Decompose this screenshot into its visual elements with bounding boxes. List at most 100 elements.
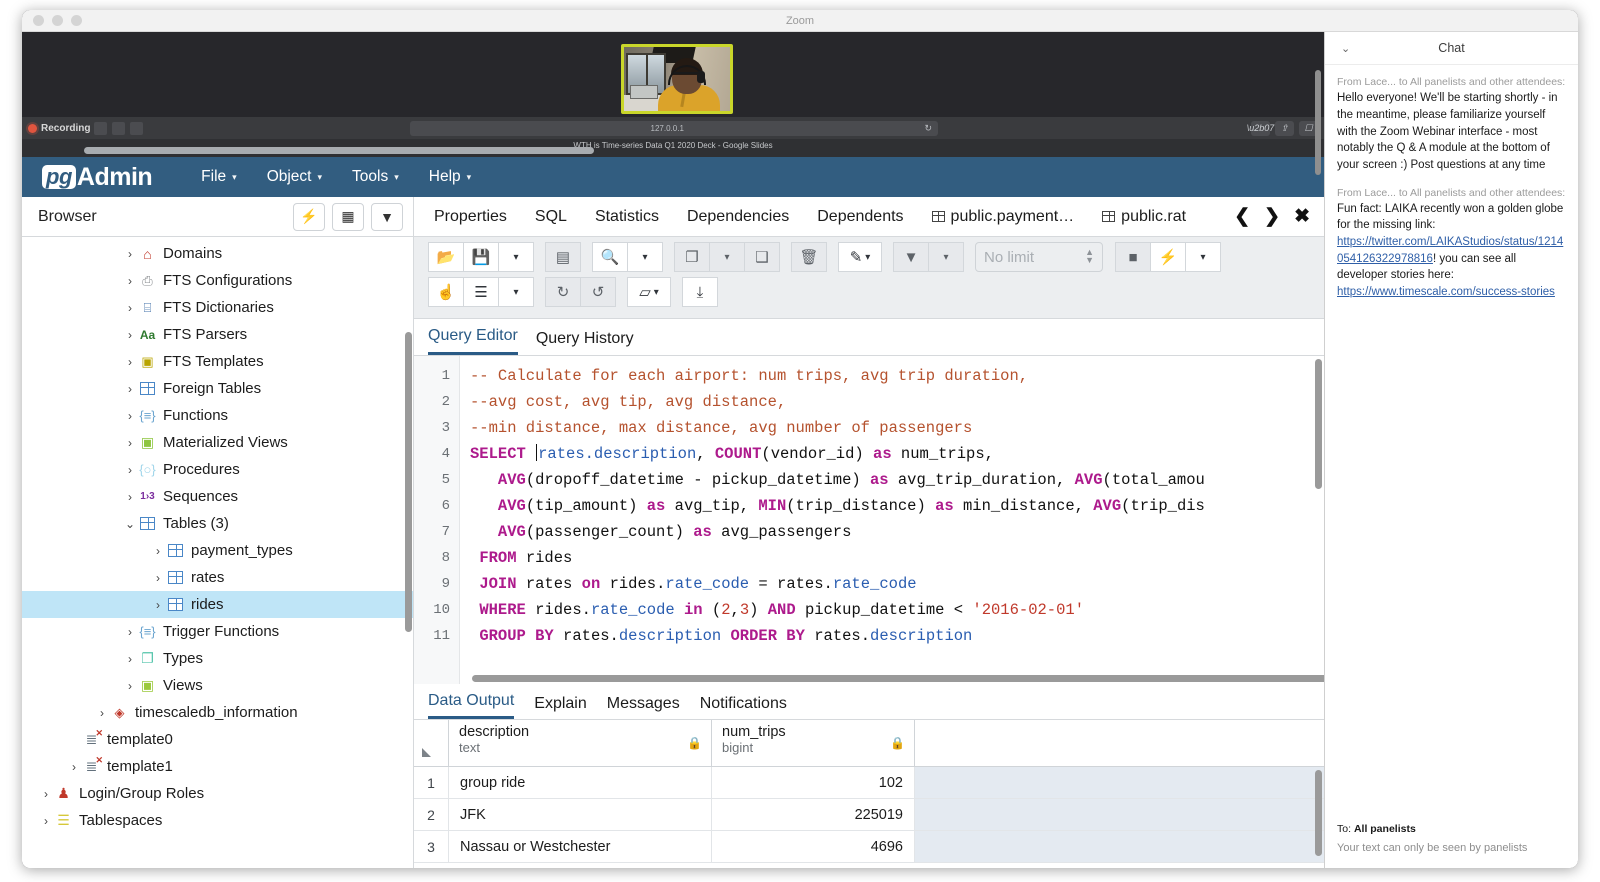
sql-editor[interactable]: 1234567891011 -- Calculate for each airp… <box>414 356 1324 684</box>
chevron-right-icon[interactable]: › <box>122 355 138 369</box>
tab-close-button[interactable]: ✖ <box>1294 205 1310 228</box>
download-csv-button[interactable]: ⤓ <box>682 277 718 307</box>
chat-link-timescale[interactable]: https://www.timescale.com/success-storie… <box>1337 286 1555 298</box>
tree-node-fts-parsers[interactable]: ›AaFTS Parsers <box>22 321 413 348</box>
forward-button[interactable] <box>112 122 125 135</box>
output-tab-data-output[interactable]: Data Output <box>428 692 514 719</box>
chat-recipient[interactable]: To: All panelists <box>1337 823 1566 835</box>
chevron-right-icon[interactable]: › <box>122 679 138 693</box>
tab-navigation[interactable]: ❮❯✖ <box>1234 205 1324 228</box>
table-row[interactable]: 3Nassau or Westchester4696 <box>414 831 1324 863</box>
tree-node-rides[interactable]: ›rides <box>22 591 413 618</box>
chevron-right-icon[interactable]: › <box>122 625 138 639</box>
object-tab-sql[interactable]: SQL <box>521 208 581 226</box>
delete-row-button[interactable]: 🗑 <box>791 242 827 272</box>
explain-button[interactable]: ☰ <box>463 277 499 307</box>
tree-node-functions[interactable]: ›{≡}Functions <box>22 402 413 429</box>
chevron-right-icon[interactable]: › <box>122 490 138 504</box>
save-file-button[interactable]: 💾 <box>463 242 499 272</box>
presenter-video-thumbnail[interactable] <box>621 44 733 114</box>
object-tab-public-payment[interactable]: public.payment… <box>918 208 1089 226</box>
download-icon[interactable]: \u2b07 <box>1251 121 1270 136</box>
tree-node-types[interactable]: ›❐Types <box>22 645 413 672</box>
chevron-right-icon[interactable]: › <box>122 463 138 477</box>
chevron-right-icon[interactable]: › <box>38 814 54 828</box>
editor-vertical-scrollbar[interactable] <box>1315 359 1322 489</box>
cell-num-trips[interactable]: 225019 <box>712 799 915 830</box>
chevron-right-icon[interactable]: › <box>150 571 166 585</box>
paste-button[interactable]: ❑ <box>744 242 780 272</box>
save-options-caret[interactable]: ▾ <box>498 242 534 272</box>
editor-horizontal-scrollbar[interactable] <box>472 675 1324 682</box>
explain-caret[interactable]: ▾ <box>498 277 534 307</box>
tree-node-timescaledb-information[interactable]: ›◈timescaledb_information <box>22 699 413 726</box>
find-options-caret[interactable]: ▾ <box>627 242 663 272</box>
tree-node-materialized-views[interactable]: ›▣Materialized Views <box>22 429 413 456</box>
grid-column-num-trips[interactable]: num_trips bigint 🔒 <box>712 720 915 766</box>
browser-tree[interactable]: ›⌂Domains›⎙FTS Configurations›⌸FTS Dicti… <box>22 237 413 868</box>
tree-node-tables-3[interactable]: ⌄Tables (3) <box>22 510 413 537</box>
tree-node-views[interactable]: ›▣Views <box>22 672 413 699</box>
grid-vertical-scrollbar[interactable] <box>1315 770 1322 856</box>
reload-icon[interactable]: ↻ <box>924 123 932 134</box>
row-limit-input[interactable]: No limit ▲▼ <box>975 242 1103 272</box>
stop-query-button[interactable]: ■ <box>1115 242 1151 272</box>
object-tab-dependents[interactable]: Dependents <box>803 208 917 226</box>
back-button[interactable] <box>94 122 107 135</box>
chat-vertical-scrollbar[interactable] <box>1315 70 1321 175</box>
chevron-down-icon[interactable]: ⌄ <box>122 517 138 531</box>
object-tab-properties[interactable]: Properties <box>420 208 521 226</box>
menu-object[interactable]: Object ▾ <box>254 162 335 192</box>
execute-caret[interactable]: ▾ <box>1185 242 1221 272</box>
tree-node-template0[interactable]: ›≣✕template0 <box>22 726 413 753</box>
data-output-grid[interactable]: description text 🔒 num_trips bigint 🔒 <box>414 720 1324 868</box>
address-bar[interactable]: 127.0.0.1 ↻ <box>410 121 938 136</box>
chevron-right-icon[interactable]: › <box>122 436 138 450</box>
chat-message-list[interactable]: From Lace... to All panelists and other … <box>1325 65 1578 815</box>
editor-tab-query-editor[interactable]: Query Editor <box>428 327 518 355</box>
results-horizontal-scrollbar[interactable] <box>84 147 594 154</box>
row-limit-stepper[interactable]: ▲▼ <box>1085 249 1094 264</box>
cell-description[interactable]: group ride <box>449 767 712 798</box>
chevron-down-icon[interactable]: ⌄ <box>1341 42 1350 55</box>
sql-code-area[interactable]: -- Calculate for each airport: num trips… <box>460 356 1324 684</box>
chevron-right-icon[interactable]: › <box>122 328 138 342</box>
cell-description[interactable]: Nassau or Westchester <box>449 831 712 862</box>
table-row[interactable]: 2JFK225019 <box>414 799 1324 831</box>
output-tab-notifications[interactable]: Notifications <box>700 695 787 719</box>
cell-description[interactable]: JFK <box>449 799 712 830</box>
chevron-right-icon[interactable]: › <box>122 247 138 261</box>
tree-node-fts-dictionaries[interactable]: ›⌸FTS Dictionaries <box>22 294 413 321</box>
edit-button[interactable]: ✎▾ <box>838 242 882 272</box>
tree-node-domains[interactable]: ›⌂Domains <box>22 240 413 267</box>
tab-next-button[interactable]: ❯ <box>1264 205 1280 228</box>
tree-node-template1[interactable]: ›≣✕template1 <box>22 753 413 780</box>
tree-node-fts-templates[interactable]: ›▣FTS Templates <box>22 348 413 375</box>
grid-column-description[interactable]: description text 🔒 <box>449 720 712 766</box>
filter-rows-button[interactable]: ▼ <box>893 242 929 272</box>
tree-node-sequences[interactable]: ›1›3Sequences <box>22 483 413 510</box>
object-tab-dependencies[interactable]: Dependencies <box>673 208 803 226</box>
quick-query-button[interactable]: ⚡ <box>293 203 325 231</box>
commit-button[interactable]: ↻ <box>545 277 581 307</box>
output-tab-messages[interactable]: Messages <box>607 695 680 719</box>
execute-query-button[interactable]: ⚡ <box>1150 242 1186 272</box>
share-icon[interactable]: ⇧ <box>1275 121 1294 136</box>
chevron-right-icon[interactable]: › <box>150 598 166 612</box>
chevron-right-icon[interactable]: › <box>66 733 82 747</box>
tree-node-foreign-tables[interactable]: ›Foreign Tables <box>22 375 413 402</box>
grid-corner-cell[interactable] <box>414 720 449 766</box>
object-tab-statistics[interactable]: Statistics <box>581 208 673 226</box>
filter-caret[interactable]: ▾ <box>928 242 964 272</box>
tree-node-payment-types[interactable]: ›payment_types <box>22 537 413 564</box>
tree-node-rates[interactable]: ›rates <box>22 564 413 591</box>
browser-nav-buttons[interactable] <box>94 122 143 135</box>
chevron-right-icon[interactable]: › <box>122 382 138 396</box>
editor-tab-query-history[interactable]: Query History <box>536 330 634 355</box>
tree-node-procedures[interactable]: ›{○}Procedures <box>22 456 413 483</box>
copy-button[interactable]: ❐ <box>674 242 710 272</box>
clear-button[interactable]: ▱▾ <box>627 277 671 307</box>
cell-num-trips[interactable]: 4696 <box>712 831 915 862</box>
chevron-right-icon[interactable]: › <box>150 544 166 558</box>
cursor-button[interactable]: ☝ <box>428 277 464 307</box>
